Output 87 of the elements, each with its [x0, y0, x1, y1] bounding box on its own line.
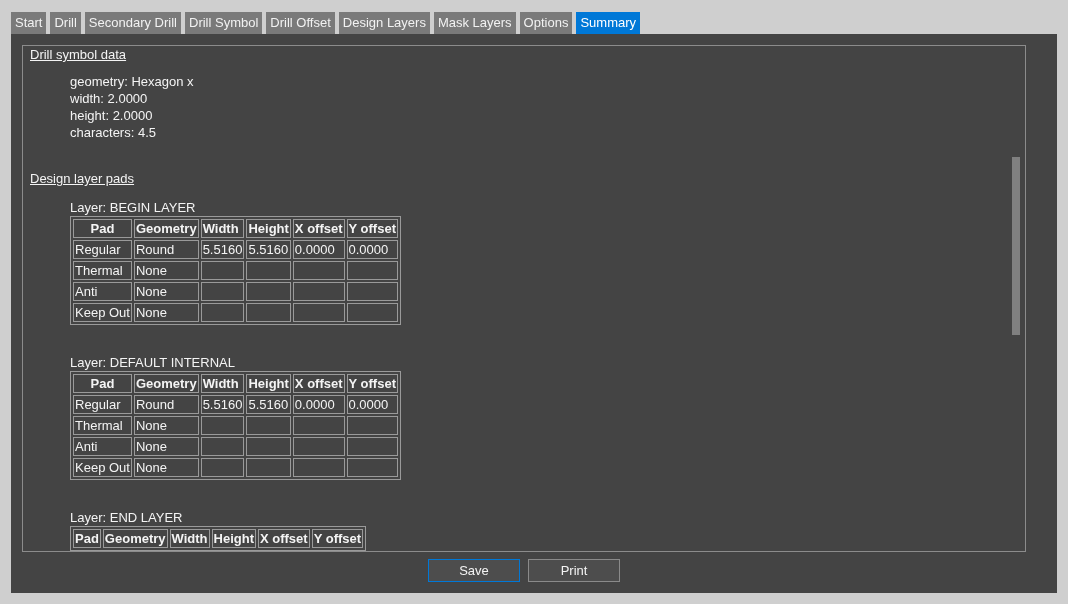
table-cell — [346, 282, 398, 301]
column-header: Pad — [73, 219, 132, 238]
tab[interactable]: Mask Layers — [433, 12, 516, 34]
table-cell — [292, 458, 345, 477]
table-cell: 0.0000 — [292, 240, 345, 259]
layer-label: Layer: DEFAULT INTERNAL — [70, 354, 235, 371]
table-cell: Keep Out — [73, 303, 132, 322]
column-header: X offset — [258, 529, 310, 548]
table-cell: None — [133, 458, 199, 477]
table-cell — [246, 282, 291, 301]
table-cell: Regular — [73, 395, 132, 414]
column-header: Y offset — [346, 374, 398, 393]
column-header: Width — [200, 374, 245, 393]
table-cell — [346, 437, 398, 456]
table-cell: 0.0000 — [292, 395, 345, 414]
table-cell — [200, 282, 245, 301]
column-header: Height — [211, 529, 256, 548]
table-cell — [246, 303, 291, 322]
dialog-button[interactable]: Print — [528, 559, 620, 582]
table-cell: Round — [133, 395, 199, 414]
column-header: Pad — [73, 374, 132, 393]
table-cell — [246, 458, 291, 477]
table-cell: None — [133, 303, 199, 322]
column-header: Geometry — [102, 529, 168, 548]
table-cell — [292, 437, 345, 456]
table-cell — [346, 261, 398, 280]
table-cell — [346, 303, 398, 322]
column-header: Y offset — [311, 529, 364, 548]
column-header: Width — [200, 219, 245, 238]
table-cell: Anti — [73, 437, 132, 456]
layer-label: Layer: END LAYER — [70, 509, 183, 526]
tab[interactable]: Summary — [576, 12, 641, 34]
column-header: X offset — [292, 374, 345, 393]
tab[interactable]: Start — [11, 12, 47, 34]
section-heading: Drill symbol data — [30, 46, 127, 63]
table-cell — [200, 458, 245, 477]
table-cell: None — [133, 261, 199, 280]
table-cell: 5.5160 — [200, 395, 245, 414]
tab[interactable]: Drill — [50, 12, 81, 34]
table-cell: Round — [133, 240, 199, 259]
property-text: characters: 4.5 — [70, 124, 156, 141]
table-cell: None — [133, 437, 199, 456]
table-cell: None — [133, 282, 199, 301]
table-cell: 0.0000 — [346, 240, 398, 259]
table-cell: 5.5160 — [200, 240, 245, 259]
table-cell — [346, 458, 398, 477]
table-cell: 0.0000 — [346, 395, 398, 414]
table-cell: Thermal — [73, 261, 132, 280]
column-header: Height — [246, 374, 291, 393]
column-header: Geometry — [133, 374, 199, 393]
property-text: geometry: Hexagon x — [70, 73, 194, 90]
table-cell — [292, 303, 345, 322]
tab[interactable]: Secondary Drill — [84, 12, 181, 34]
table-cell — [346, 416, 398, 435]
property-text: height: 2.0000 — [70, 107, 153, 124]
table-cell — [246, 437, 291, 456]
table-cell: 5.5160 — [246, 240, 291, 259]
table-cell — [200, 261, 245, 280]
column-header: Geometry — [133, 219, 199, 238]
column-header: Y offset — [346, 219, 398, 238]
dialog-button[interactable]: Save — [428, 559, 520, 582]
section-heading: Design layer pads — [30, 170, 135, 187]
table-cell: Keep Out — [73, 458, 132, 477]
table-cell — [246, 261, 291, 280]
table-cell: Anti — [73, 282, 132, 301]
column-header: Width — [169, 529, 210, 548]
table-cell — [200, 437, 245, 456]
scrollbar-thumb[interactable] — [1012, 157, 1020, 335]
table-cell — [292, 282, 345, 301]
table-cell: None — [133, 416, 199, 435]
tab[interactable]: Design Layers — [338, 12, 430, 34]
table-cell — [246, 416, 291, 435]
column-header: X offset — [292, 219, 345, 238]
column-header: Pad — [73, 529, 101, 548]
table-cell — [292, 416, 345, 435]
table-cell — [200, 303, 245, 322]
tab[interactable]: Options — [519, 12, 573, 34]
tab[interactable]: Drill Symbol — [185, 12, 263, 34]
layer-label: Layer: BEGIN LAYER — [70, 199, 196, 216]
property-text: width: 2.0000 — [70, 90, 148, 107]
table-cell: 5.5160 — [246, 395, 291, 414]
tab[interactable]: Drill Offset — [266, 12, 335, 34]
column-header: Height — [246, 219, 291, 238]
table-cell: Regular — [73, 240, 132, 259]
table-cell — [292, 261, 345, 280]
table-cell — [200, 416, 245, 435]
table-cell: Thermal — [73, 416, 132, 435]
